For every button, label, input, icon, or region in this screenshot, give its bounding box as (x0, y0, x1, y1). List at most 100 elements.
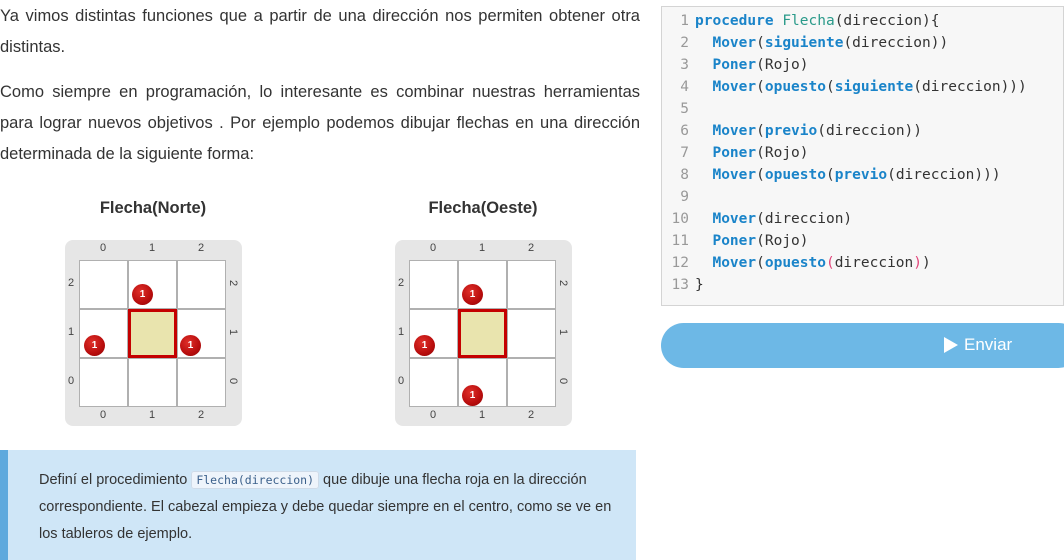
code-token: Mover (712, 79, 757, 95)
line-number: 11 (671, 233, 689, 249)
board-cell: 1 (128, 260, 177, 309)
board-norte: 111001122221100 (65, 240, 242, 426)
coord-col-label: 1 (149, 409, 156, 421)
coord-row-label: 1 (227, 328, 240, 336)
code-token: opuesto (764, 79, 826, 95)
coord-col-label: 2 (198, 242, 205, 254)
send-label: Enviar (964, 335, 1013, 354)
code-line: 4 Mover(opuesto(siguiente(direccion))) (662, 76, 1062, 98)
board-cell: 1 (177, 309, 226, 358)
red-ball-icon: 1 (462, 385, 483, 406)
board-cell: 1 (458, 358, 507, 407)
coord-col-label: 2 (528, 242, 535, 254)
coord-row-label: 2 (398, 277, 405, 289)
send-button[interactable]: Enviar (661, 323, 1064, 368)
code-token: siguiente (764, 35, 844, 51)
code-token: ) (922, 255, 931, 271)
code-line: 1 procedure Flecha(direccion){ (662, 10, 1062, 32)
code-token: (direccion))) (913, 79, 1027, 95)
code-line: 10 Mover(direccion) (662, 208, 1062, 230)
coord-row-label: 1 (398, 326, 405, 338)
board-cell (409, 260, 458, 309)
red-ball-icon: 1 (84, 335, 105, 356)
code-token: (direccion)) (843, 35, 949, 51)
code-token: opuesto (764, 255, 826, 271)
code-line: 13} (662, 274, 1062, 296)
code-token: Mover (712, 123, 757, 139)
coord-col-label: 1 (479, 409, 486, 421)
coord-col-label: 2 (528, 409, 535, 421)
intro-paragraph-2: Como siempre en programación, lo interes… (0, 83, 640, 163)
board-title-norte: Flecha(Norte) (99, 199, 207, 217)
line-number: 12 (671, 255, 689, 271)
coord-col-label: 2 (198, 409, 205, 421)
code-editor[interactable]: 1 procedure Flecha(direccion){2 Mover(sig… (661, 6, 1064, 306)
board-cell (409, 358, 458, 407)
coord-row-label: 0 (68, 375, 75, 387)
board-cell-head (458, 309, 507, 358)
coord-row-label: 0 (557, 377, 570, 385)
board-cell: 1 (79, 309, 128, 358)
red-ball-icon: 1 (132, 284, 153, 305)
code-token: (direccion)) (817, 123, 923, 139)
code-token: ( (825, 79, 835, 95)
board-cell (507, 309, 556, 358)
line-number: 1 (680, 13, 689, 29)
board-oeste: 111001122221100 (395, 240, 572, 426)
coord-col-label: 0 (430, 242, 437, 254)
code-token: ( (825, 255, 835, 271)
code-token: previo (764, 123, 818, 139)
code-token: Mover (712, 255, 757, 271)
board-title-oeste: Flecha(Oeste) (428, 199, 538, 217)
code-token: opuesto (764, 167, 826, 183)
board-cell (507, 260, 556, 309)
code-line: 8 Mover(opuesto(previo(direccion))) (662, 164, 1062, 186)
code-token: Poner (712, 145, 757, 161)
code-line: 3 Poner(Rojo) (662, 54, 1062, 76)
code-token: (direccion){ (834, 13, 940, 29)
hint-text-before: Definí el procedimiento (39, 472, 192, 488)
code-token: ( (756, 79, 765, 95)
coord-col-label: 1 (149, 242, 156, 254)
code-token: Mover (712, 167, 757, 183)
board-cell (507, 358, 556, 407)
intro-paragraph-1: Ya vimos distintas funciones que a parti… (0, 7, 640, 56)
coord-col-label: 0 (100, 409, 107, 421)
board-cell-head (128, 309, 177, 358)
code-line: 2 Mover(siguiente(direccion)) (662, 32, 1062, 54)
red-ball-icon: 1 (180, 335, 201, 356)
code-line: 6 Mover(previo(direccion)) (662, 120, 1062, 142)
code-line: 7 Poner(Rojo) (662, 142, 1062, 164)
board-cell (79, 260, 128, 309)
coord-row-label: 2 (68, 277, 75, 289)
hint-text: Definí el procedimiento Flecha(direccion… (39, 467, 619, 548)
red-ball-icon: 1 (414, 335, 435, 356)
line-number: 8 (680, 167, 689, 183)
code-token: (direccion))) (887, 167, 1001, 183)
code-token: procedure (695, 13, 774, 29)
code-token: (Rojo) (756, 145, 809, 161)
code-token: ( (825, 167, 835, 183)
code-token: siguiente (834, 79, 914, 95)
red-ball-icon: 1 (462, 284, 483, 305)
line-number: 2 (680, 35, 689, 51)
coord-row-label: 0 (398, 375, 405, 387)
code-line: 5 (662, 98, 1062, 120)
code-token: (Rojo) (756, 57, 809, 73)
coord-row-label: 2 (557, 279, 570, 287)
code-token: ( (756, 255, 765, 271)
code-token: } (695, 277, 704, 293)
hint-box: Definí el procedimiento Flecha(direccion… (0, 450, 636, 560)
coord-row-label: 1 (68, 326, 75, 338)
coord-col-label: 1 (479, 242, 486, 254)
coord-row-label: 2 (227, 279, 240, 287)
board-cell (79, 358, 128, 407)
line-number: 3 (680, 57, 689, 73)
board-grid: 1 1 1 (79, 260, 226, 407)
code-token: direccion (834, 255, 914, 271)
